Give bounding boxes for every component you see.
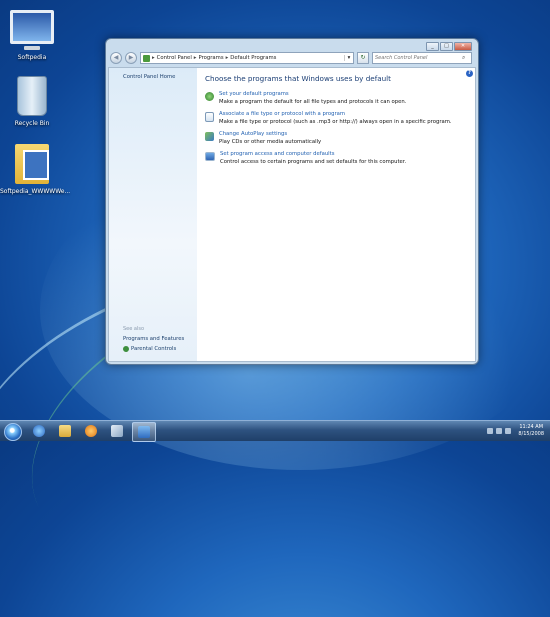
desktop-icon-label: Recycle Bin: [14, 120, 50, 127]
task-item: Change AutoPlay settings Play CDs or oth…: [205, 131, 473, 145]
folder-icon: [15, 144, 49, 184]
minimize-button[interactable]: _: [426, 42, 439, 51]
tray-volume-icon[interactable]: [505, 428, 512, 434]
autoplay-icon: [205, 132, 214, 141]
search-input[interactable]: [373, 55, 462, 61]
task-description: Make a file type or protocol (such as .m…: [219, 119, 452, 125]
caption-buttons: _ □ ✕: [426, 42, 472, 51]
main-pane: Choose the programs that Windows uses by…: [205, 74, 473, 171]
taskbar-control-panel[interactable]: [132, 422, 156, 442]
desktop-icon-recycle-bin[interactable]: Recycle Bin: [0, 76, 64, 127]
task-item: Set program access and computer defaults…: [205, 151, 473, 165]
close-button[interactable]: ✕: [454, 42, 472, 51]
folder-icon: [59, 425, 71, 437]
parental-controls-label: Parental Controls: [131, 346, 177, 352]
set-default-programs-link[interactable]: Set your default programs: [219, 91, 406, 97]
media-player-icon: [85, 425, 97, 437]
internet-explorer-icon: [33, 425, 45, 437]
parental-controls-link[interactable]: Parental Controls: [123, 346, 176, 352]
task-item: Set your default programs Make a program…: [205, 91, 473, 105]
tray-flag-icon[interactable]: [487, 428, 494, 434]
maximize-button[interactable]: □: [440, 42, 453, 51]
see-also-heading: See also: [123, 326, 145, 332]
address-dropdown-icon[interactable]: ▾: [344, 55, 353, 61]
address-bar[interactable]: ▸ Control Panel ▸ Programs ▸ Default Pro…: [140, 52, 354, 64]
desktop-icon-label: Softpedia_WWWWWe...: [0, 188, 71, 195]
task-description: Control access to certain programs and s…: [220, 159, 407, 165]
taskbar-media-player[interactable]: [80, 422, 102, 440]
recycle-bin-icon: [17, 76, 47, 116]
associate-file-type-link[interactable]: Associate a file type or protocol with a…: [219, 111, 452, 117]
task-description: Make a program the default for all file …: [219, 99, 407, 105]
task-item: Associate a file type or protocol with a…: [205, 111, 473, 125]
file-association-icon: [205, 112, 214, 122]
sidebar: Control Panel Home See also Programs and…: [109, 68, 197, 361]
taskbar: 11:24 AM 8/15/2008: [0, 420, 550, 442]
breadcrumb-default-programs[interactable]: Default Programs: [230, 55, 276, 61]
computer-icon: [10, 10, 54, 50]
programs-and-features-link[interactable]: Programs and Features: [123, 336, 184, 342]
start-button[interactable]: [2, 421, 24, 441]
default-programs-icon: [205, 92, 214, 101]
program-access-link[interactable]: Set program access and computer defaults: [220, 151, 406, 157]
navigation-bar: ◀ ▶ ▸ Control Panel ▸ Programs ▸ Default…: [110, 52, 472, 64]
desktop-icon-softpedia[interactable]: Softpedia: [0, 10, 64, 61]
control-panel-icon: [143, 54, 150, 62]
refresh-button[interactable]: ↻: [357, 52, 369, 64]
tray-network-icon[interactable]: [496, 428, 503, 434]
control-panel-icon: [138, 426, 150, 438]
taskbar-internet-explorer[interactable]: [28, 422, 50, 440]
desktop-icon-folder[interactable]: Softpedia_WWWWWe...: [0, 144, 71, 195]
breadcrumb-separator: ▸: [193, 55, 197, 61]
system-tray: 11:24 AM 8/15/2008: [487, 423, 544, 439]
back-button[interactable]: ◀: [110, 52, 122, 64]
title-bar[interactable]: [106, 39, 478, 49]
window-content: Control Panel Home See also Programs and…: [108, 67, 476, 362]
control-panel-home-link[interactable]: Control Panel Home: [123, 74, 175, 80]
breadcrumb-control-panel[interactable]: Control Panel: [157, 55, 192, 61]
taskbar-explorer[interactable]: [54, 422, 76, 440]
breadcrumb-separator: ▸: [225, 55, 229, 61]
change-autoplay-link[interactable]: Change AutoPlay settings: [219, 131, 321, 137]
desktop-icon-label: Softpedia: [17, 54, 47, 61]
breadcrumb-separator: ▸: [152, 55, 155, 61]
forward-button[interactable]: ▶: [125, 52, 137, 64]
tools-icon: [111, 425, 123, 437]
program-access-icon: [205, 152, 215, 161]
search-icon[interactable]: ⌕: [462, 54, 465, 62]
taskbar-tools[interactable]: [106, 422, 128, 440]
page-title: Choose the programs that Windows uses by…: [205, 74, 392, 83]
clock-date: 8/15/2008: [518, 431, 544, 437]
task-description: Play CDs or other media automatically: [219, 139, 322, 145]
clock-time: 11:24 AM: [519, 424, 544, 430]
parental-controls-icon: [123, 346, 129, 352]
windows-orb-icon: [4, 423, 22, 441]
breadcrumb-programs[interactable]: Programs: [198, 55, 223, 61]
search-box: ⌕: [372, 52, 472, 64]
control-panel-window: _ □ ✕ ◀ ▶ ▸ Control Panel ▸ Programs ▸ D…: [105, 38, 479, 365]
clock[interactable]: 11:24 AM 8/15/2008: [518, 424, 544, 438]
